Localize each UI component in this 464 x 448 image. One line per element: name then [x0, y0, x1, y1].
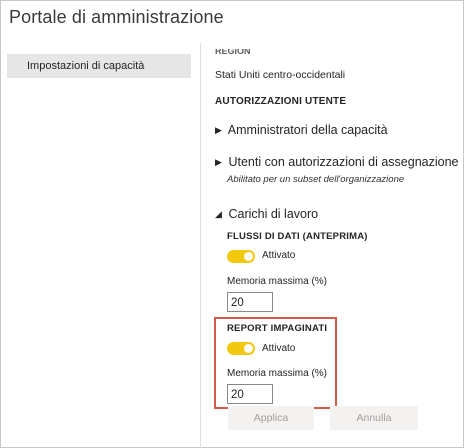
paginated-reports-memory-input[interactable] [227, 384, 273, 404]
dataflows-toggle[interactable] [227, 250, 255, 263]
toggle-knob [244, 252, 253, 261]
paginated-reports-toggle-label: Attivato [262, 343, 296, 354]
sidebar-item-capacity-settings[interactable]: Impostazioni di capacità [7, 54, 191, 78]
workloads-label: Carichi di lavoro [228, 207, 319, 221]
region-label: REGION [215, 49, 251, 56]
assignment-permissions-expander[interactable]: ▶ Utenti con autorizzazioni di assegnazi… [215, 155, 458, 169]
dataflows-memory-input[interactable] [227, 292, 273, 312]
triangle-down-icon: ◢ [215, 209, 222, 219]
region-value: Stati Uniti centro-occidentali [215, 69, 346, 81]
app-title: Portale di amministrazione [9, 7, 224, 27]
paginated-reports-toggle[interactable] [227, 342, 255, 355]
admin-portal-window: Portale di amministrazione Impostazioni … [0, 0, 464, 448]
user-permissions-heading: AUTORIZZAZIONI UTENTE [215, 96, 347, 107]
dataflows-toggle-label: Attivato [262, 250, 296, 261]
triangle-right-icon: ▶ [215, 125, 222, 135]
paginated-reports-heading: REPORT IMPAGINATI [227, 323, 328, 334]
dataflows-heading: FLUSSI DI DATI (ANTEPRIMA) [227, 231, 368, 242]
assignment-permissions-label: Utenti con autorizzazioni di assegnazion… [228, 155, 459, 169]
capacity-settings-panel: REGION Stati Uniti centro-occidentali AU… [201, 43, 464, 448]
sidebar: Impostazioni di capacità [1, 43, 201, 448]
apply-button[interactable]: Applica [228, 406, 314, 430]
assignment-permissions-subtitle: Abilitato per un subset dell'organizzazi… [227, 174, 405, 185]
capacity-admins-label: Amministratori della capacità [227, 123, 388, 137]
capacity-admins-expander[interactable]: ▶ Amministratori della capacità [215, 123, 388, 137]
paginated-reports-memory-label: Memoria massima (%) [227, 368, 328, 379]
dataflows-memory-label: Memoria massima (%) [227, 276, 328, 287]
cancel-button[interactable]: Annulla [330, 406, 418, 430]
workloads-expander[interactable]: ◢ Carichi di lavoro [215, 207, 318, 221]
toggle-knob [244, 344, 253, 353]
triangle-right-icon: ▶ [215, 157, 222, 167]
